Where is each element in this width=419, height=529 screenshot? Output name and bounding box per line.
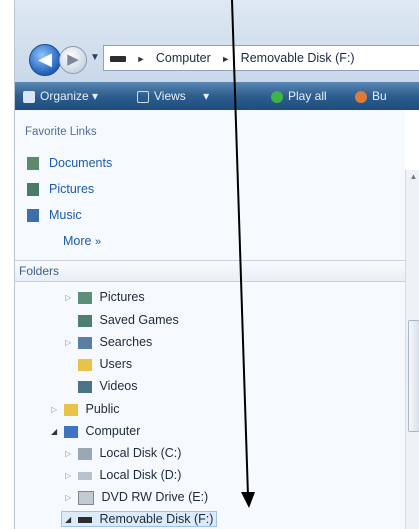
saved-games-folder-icon xyxy=(78,314,93,327)
breadcrumb-separator-icon[interactable]: ► xyxy=(221,54,230,64)
drive-icon xyxy=(110,55,126,62)
tree-item-videos[interactable]: Videos xyxy=(65,379,137,393)
usb-drive-icon xyxy=(78,516,93,523)
organize-button[interactable]: Organize ▾ xyxy=(23,82,98,110)
double-chevron-right-icon: » xyxy=(94,236,102,248)
expand-arrow-icon[interactable]: ▷ xyxy=(65,338,75,347)
views-label: Views xyxy=(154,89,186,103)
favorite-link-documents[interactable]: Documents xyxy=(27,156,113,171)
tree-item-local-disk-d[interactable]: ▷ Local Disk (D:) xyxy=(65,468,181,482)
collapse-arrow-icon[interactable]: ◢ xyxy=(51,427,61,436)
views-button[interactable]: Views ▾ xyxy=(137,82,209,110)
views-icon xyxy=(137,90,149,103)
expand-arrow-icon[interactable]: ▷ xyxy=(65,493,75,502)
tree-item-label: Removable Disk (F:) xyxy=(99,512,214,526)
play-all-button[interactable]: Play all xyxy=(271,82,327,110)
tree-item-label: Local Disk (C:) xyxy=(99,446,182,460)
chevron-down-icon: ▾ xyxy=(203,89,210,103)
address-bar[interactable]: ► Computer ► Removable Disk (F:) xyxy=(103,45,419,71)
favorite-links-header: Favorite Links xyxy=(25,126,97,138)
scroll-up-arrow-icon[interactable]: ▲ xyxy=(406,172,419,181)
forward-button[interactable]: ▶ xyxy=(59,46,87,74)
collapse-arrow-icon[interactable]: ◢ xyxy=(65,515,75,524)
music-icon xyxy=(27,209,39,223)
navigation-pane: Favorite Links Documents Pictures Music … xyxy=(15,110,419,529)
tree-item-label: Searches xyxy=(99,335,153,349)
expand-arrow-icon[interactable]: ▷ xyxy=(65,293,75,302)
folder-icon xyxy=(64,403,79,416)
tree-item-public[interactable]: ▷ Public xyxy=(51,402,120,416)
tree-item-label: Local Disk (D:) xyxy=(99,468,182,482)
command-bar: Organize ▾ Views ▾ Play all Bu xyxy=(15,82,419,110)
expand-arrow-icon[interactable]: ▷ xyxy=(65,449,75,458)
tree-item-removable-disk-f[interactable]: ◢ Removable Disk (F:) xyxy=(61,511,218,527)
burn-label: Bu xyxy=(372,89,387,103)
favorite-link-pictures[interactable]: Pictures xyxy=(27,182,95,197)
more-label: More xyxy=(63,234,92,248)
tree-item-computer[interactable]: ◢ Computer xyxy=(51,424,140,438)
pictures-icon xyxy=(27,183,39,197)
videos-folder-icon xyxy=(78,380,93,393)
tree-item-label: Pictures xyxy=(99,290,145,304)
folders-scrollbar[interactable]: ▲ xyxy=(405,170,419,529)
tree-item-searches[interactable]: ▷ Searches xyxy=(65,335,152,349)
dvd-drive-icon xyxy=(78,490,95,505)
documents-icon xyxy=(27,157,39,171)
address-area: ◀ ▶ ▼ ► Computer ► Removable Disk (F:) xyxy=(15,0,419,82)
favorite-link-music[interactable]: Music xyxy=(27,208,82,223)
tree-item-saved-games[interactable]: Saved Games xyxy=(65,313,179,327)
breadcrumb-separator-icon[interactable]: ► xyxy=(136,54,145,64)
computer-icon xyxy=(64,425,79,438)
explorer-window: ◀ ▶ ▼ ► Computer ► Removable Disk (F:) O… xyxy=(14,0,419,529)
play-icon xyxy=(271,90,283,103)
tree-item-label: Public xyxy=(85,402,120,416)
breadcrumb-computer[interactable]: Computer xyxy=(156,51,211,65)
tree-item-label: Saved Games xyxy=(99,313,179,327)
burn-button[interactable]: Bu xyxy=(355,82,387,110)
burn-icon xyxy=(355,90,367,103)
more-link[interactable]: More » xyxy=(63,234,101,248)
hard-disk-icon xyxy=(78,447,93,460)
searches-folder-icon xyxy=(78,336,93,349)
tree-item-pictures[interactable]: ▷ Pictures xyxy=(65,290,145,304)
tree-item-dvd-rw-drive-e[interactable]: ▷ DVD RW Drive (E:) xyxy=(65,490,208,505)
favorite-link-label: Documents xyxy=(49,156,113,170)
play-all-label: Play all xyxy=(288,89,327,103)
back-button[interactable]: ◀ xyxy=(29,44,61,76)
chevron-down-icon: ▾ xyxy=(92,89,99,103)
recent-pages-dropdown-icon[interactable]: ▼ xyxy=(90,52,100,63)
tree-item-label: DVD RW Drive (E:) xyxy=(101,490,209,504)
expand-arrow-icon[interactable]: ▷ xyxy=(65,471,75,480)
breadcrumb-removable-disk[interactable]: Removable Disk (F:) xyxy=(241,51,355,65)
forward-arrow-icon: ▶ xyxy=(67,51,79,68)
tree-item-users[interactable]: Users xyxy=(65,357,132,371)
tree-item-label: Videos xyxy=(99,379,138,393)
hard-disk-icon xyxy=(78,471,93,480)
back-arrow-icon: ◀ xyxy=(38,49,52,69)
scrollbar-thumb[interactable] xyxy=(408,320,419,432)
expand-arrow-icon[interactable]: ▷ xyxy=(51,405,61,414)
organize-icon xyxy=(23,90,35,103)
organize-label: Organize xyxy=(40,89,89,103)
tree-item-label: Users xyxy=(99,357,133,371)
folders-header-bar[interactable]: Folders ⌄ xyxy=(15,260,419,282)
favorite-link-label: Pictures xyxy=(49,182,95,196)
tree-item-label: Computer xyxy=(85,424,141,438)
folders-header: Folders xyxy=(19,264,60,278)
tree-item-local-disk-c[interactable]: ▷ Local Disk (C:) xyxy=(65,446,181,460)
favorite-link-label: Music xyxy=(49,208,82,222)
pictures-folder-icon xyxy=(78,291,93,304)
folder-icon xyxy=(78,358,93,371)
